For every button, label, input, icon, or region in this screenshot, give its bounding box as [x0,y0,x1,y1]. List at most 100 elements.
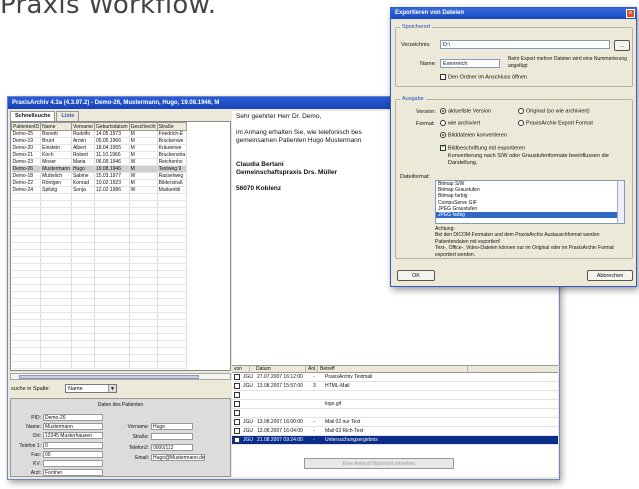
mail-row[interactable]: logo.gif [232,400,558,409]
mail-row[interactable] [232,391,558,400]
mail-betreff: HTML-Mail [325,383,350,389]
mail-row[interactable]: JGU 13.08.2007 16:00:00 - Mail 02 nur Text [232,418,558,427]
arzt-field[interactable]: Fontner [43,469,103,476]
table-cell: 06.09.1946 [94,158,130,166]
table-row[interactable]: Demo-26 Mustermann Hugo 19.08.1946 M Testweg … [11,165,188,173]
tab-schnellsuche[interactable]: Schnellsuche [10,111,56,121]
mail-row[interactable]: JGU 27.07.2007 16:12:00 - PraxisArchiv Test… [232,373,558,382]
table-cell: Demo-26 [11,165,42,173]
table-row-empty [11,256,188,264]
table-row[interactable]: Demo-22 Röntgen Konrad 10.02.1923 M Bilderstr… [11,179,188,187]
format-convert-option[interactable]: Bilddateien konvertieren [440,132,507,138]
mail-row[interactable] [232,409,558,418]
open-folder-checkbox[interactable] [440,74,446,80]
table-cell: M [129,165,158,173]
table-row[interactable]: Demo-19 Brunt Armin 05.05.1966 M Bruckenwe [11,137,188,145]
open-folder-option[interactable]: Den Ordner im Anschluss öffnen [440,74,527,80]
letter-body-line-2: gemeinsamen Patienten Hugo Mustermann [236,137,362,144]
horizontal-scrollbar[interactable] [10,373,231,380]
name-input[interactable]: Exenreich [440,59,500,68]
mail-anl: 3 [313,383,316,389]
tab-liste[interactable]: Liste [56,111,80,121]
format-option[interactable]: JPEG farbig [436,211,624,219]
table-cell: Armin [71,137,95,145]
table-row[interactable]: Demo-25 Bonetti Rudolfo 14.05.1973 M Friedric… [11,130,188,138]
table-row[interactable]: Demo-21 Koch Robert 11.10.1966 M Bruckenstra [11,151,188,159]
mail-col-anl[interactable]: Anl. [306,366,318,372]
table-cell: 18.04.1955 [94,144,130,152]
mail-row[interactable]: JGU 21.08.2007 09:24:00 - Untersuchungserge… [232,436,558,445]
table-cell: Bruckenwe [157,137,188,145]
email-field[interactable]: Hugo@Mustermann.de [151,454,205,461]
format-export-option[interactable]: PraxisArchiv Export Format [518,120,593,126]
version-original-option[interactable]: Original (so wie archiviert) [518,108,590,114]
scrollbar-thumb[interactable] [19,375,199,379]
table-cell: Sonja [71,186,95,194]
table-row[interactable]: Demo-18 Muttelich Sabine 15.03.1977 W Rasselw… [11,172,188,180]
table-cell: Einstein [40,144,72,152]
table-cell: Moser [40,158,72,166]
table-cell: Demo-18 [11,172,42,180]
file-format-list[interactable]: Bitmap S/W Bitmap Graustufen Bitmap farbig… [435,180,625,224]
format-convert-radio[interactable] [440,132,446,138]
strasse-field[interactable] [151,433,193,440]
column-header[interactable]: Vorname [70,122,95,131]
format-export-label: PraxisArchiv Export Format [526,120,593,127]
close-icon[interactable]: × [626,9,635,18]
dialog-title[interactable]: Exportieren von Dateien [391,8,636,19]
ok-button[interactable]: OK [397,270,435,281]
mail-col-betreff[interactable]: Betreff [318,366,468,372]
column-header[interactable]: Name [40,122,72,131]
email-label: Email: [135,455,149,461]
mail-col-datum[interactable]: Datum [250,366,306,372]
cancel-button[interactable]: Abbrechen [587,270,633,281]
name-field[interactable]: Mustermann [43,423,103,430]
mail-row[interactable]: JGU 13.08.2007 16:04:00 - Mail 03 Rich-Text [232,427,558,436]
list-scrollbar[interactable] [617,181,624,223]
mail-datum: 13.08.2007 16:04:00 [257,428,303,434]
caption-checkbox[interactable] [440,143,446,151]
mail-action-button[interactable]: Eine Antwort Nachricht einsehen [304,458,454,469]
open-folder-label: Den Ordner im Anschluss öffnen [448,74,528,81]
column-header[interactable]: Straße [156,122,188,131]
speicherort-group: Speicherort Verzeichnis: D:\ ... Name: E… [395,24,633,87]
mail-von [241,400,255,408]
table-cell: W [129,158,158,166]
table-cell: 15.03.1977 [94,172,130,180]
kv-field[interactable] [43,460,103,467]
column-header[interactable]: Geburtsdatum [93,122,130,131]
table-cell: Bruckenstra [157,151,188,159]
search-column-select[interactable]: Name ▼ [65,384,117,393]
patient-details: Daten des Patienten PID: Demo-26 Name: M… [10,398,231,477]
verzeichnis-input[interactable]: D:\ [440,40,610,49]
format-archived-radio[interactable] [440,120,446,126]
table-cell: M [129,144,158,152]
caption-option[interactable]: Bildbeschriftung mit exportieren [440,143,525,151]
mail-col-von[interactable]: von [232,366,250,372]
mail-betreff: logo.gif [325,401,342,407]
browse-button[interactable]: ... [614,40,630,51]
table-row[interactable]: Demo-23 Moser Maria 06.09.1946 W Reichenho [11,158,188,166]
mail-icon [234,437,240,443]
table-row-empty [11,333,188,341]
tel2-field[interactable]: 0000/112 [151,444,193,451]
format-export-radio[interactable] [518,120,524,126]
table-row-empty [11,326,188,334]
column-header[interactable]: Geschlecht [128,122,158,131]
table-row[interactable]: Demo-24 Spitzig Sonja 12.02.1986 W Markenbli [11,186,188,194]
vorname-field[interactable]: Hugo [151,423,193,430]
mail-row[interactable]: JGU 13.08.2007 15:57:00 3 HTML-Mail [232,382,558,391]
column-header[interactable]: PatientenID [11,122,42,131]
fax-field[interactable]: 00 [43,451,103,458]
table-row[interactable]: Demo-20 Einstein Albert 18.04.1955 M Kräuterw… [11,144,188,152]
version-original-radio[interactable] [518,108,524,114]
pid-field[interactable]: Demo-26 [43,414,103,421]
chevron-down-icon[interactable]: ▼ [108,385,116,392]
version-current-option[interactable]: aktuellste Version [440,108,491,114]
table-cell: M [129,137,158,145]
format-archived-option[interactable]: wie archiviert [440,120,480,126]
tel-field[interactable]: 0 [43,442,103,449]
ort-field[interactable]: 12345 Musterhausen [43,432,103,439]
version-current-radio[interactable] [440,108,446,114]
table-row-empty [11,340,188,348]
